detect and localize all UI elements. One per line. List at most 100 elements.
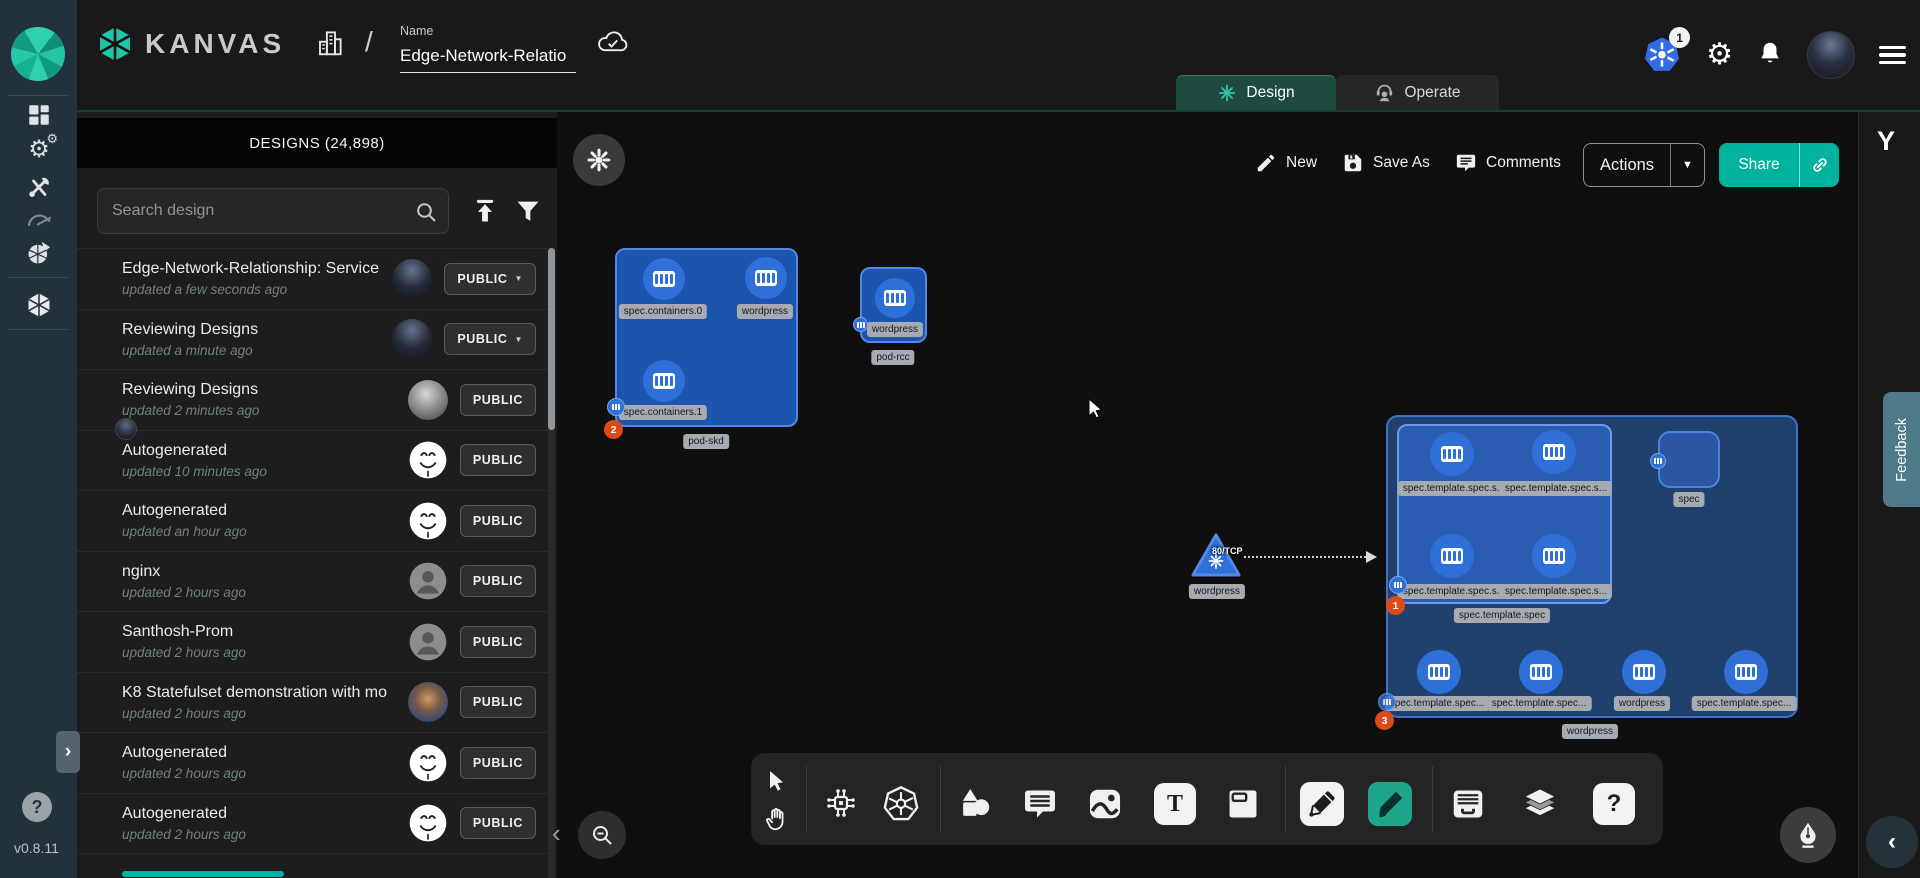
menu-hamburger-icon[interactable] [1879, 46, 1906, 65]
service-edge[interactable] [1244, 556, 1370, 558]
container-node[interactable] [1724, 650, 1768, 694]
node-pod-skd[interactable]: spec.containers.0 wordpress spec.contain… [615, 248, 798, 427]
design-swirl-icon [1217, 83, 1237, 103]
drawer-archive-tool[interactable] [1446, 782, 1490, 826]
container-node[interactable] [1532, 534, 1576, 578]
search-icon[interactable] [414, 200, 438, 229]
kanvas-hexagon-icon[interactable] [24, 290, 54, 320]
lifecycle-gears-icon[interactable]: ⚙⚙ [24, 135, 54, 165]
configuration-tools-icon[interactable] [24, 172, 54, 202]
design-name-input[interactable] [400, 44, 576, 73]
design-list-item[interactable]: Edge-Network-Relationship: Service updat… [77, 249, 548, 310]
design-list-item[interactable]: Reviewing Designs updated a minute ago P… [77, 310, 548, 371]
actions-dropdown-button[interactable]: Actions ▼ [1583, 143, 1705, 187]
container-node[interactable] [1430, 432, 1474, 476]
settings-gear-icon[interactable]: ⚙ [1706, 40, 1733, 70]
design-list-item[interactable]: Autogenerated updated 2 hours ago PUBLIC [77, 794, 548, 855]
node-port-knob[interactable] [853, 317, 868, 332]
shapes-tool[interactable] [953, 782, 997, 826]
container-node[interactable] [1622, 650, 1666, 694]
visibility-badge[interactable]: PUBLIC [460, 686, 536, 718]
organization-icon[interactable] [315, 28, 345, 63]
container-node[interactable] [643, 258, 685, 300]
visibility-badge[interactable]: PUBLIC [460, 747, 536, 779]
error-count-badge[interactable]: 3 [1375, 711, 1394, 730]
design-list-item[interactable]: K8 Statefulset demonstration with mo upd… [77, 673, 548, 734]
copy-link-icon[interactable] [1799, 143, 1839, 187]
mesh-pie-icon[interactable] [24, 238, 54, 268]
performance-gauge-icon[interactable] [24, 203, 54, 233]
node-pod-rcc[interactable]: wordpress [860, 267, 927, 343]
import-design-icon[interactable] [471, 197, 499, 230]
container-node[interactable] [875, 278, 915, 318]
container-node[interactable] [1430, 534, 1474, 578]
kanvas-logo[interactable]: KANVAS [95, 24, 285, 64]
container-node[interactable] [745, 257, 787, 299]
kubernetes-context-button[interactable]: 1 [1642, 35, 1682, 75]
collapse-right-panel-button[interactable]: ‹ [1866, 816, 1918, 868]
select-cursor-tool[interactable] [762, 766, 792, 796]
node-port-knob[interactable] [607, 398, 625, 416]
design-list-item[interactable]: Santhosh-Prom updated 2 hours ago PUBLIC [77, 612, 548, 673]
panel-scrollbar-thumb[interactable] [548, 248, 555, 430]
container-node[interactable] [1519, 650, 1563, 694]
container-node[interactable] [1532, 430, 1576, 474]
tab-operate[interactable]: Operate [1336, 75, 1499, 110]
zoom-out-button[interactable] [578, 811, 626, 859]
save-as-button[interactable]: Save As [1342, 152, 1430, 174]
visibility-badge[interactable]: PUBLIC [460, 626, 536, 658]
image-tool[interactable] [1083, 782, 1127, 826]
actions-caret-icon[interactable]: ▼ [1670, 144, 1704, 186]
container-node[interactable] [1417, 650, 1461, 694]
layers-tool[interactable] [1519, 783, 1561, 825]
meshery-logo[interactable] [11, 27, 65, 81]
error-count-badge[interactable]: 2 [604, 420, 623, 439]
note-tool[interactable] [1222, 783, 1264, 825]
component-shape-tool[interactable] [820, 782, 862, 824]
node-port-knob[interactable] [1378, 693, 1396, 711]
new-button[interactable]: New [1255, 152, 1317, 174]
node-pod-template[interactable]: spec.template.spec.s... spec.template.sp… [1397, 424, 1612, 604]
visibility-badge[interactable]: PUBLIC [460, 505, 536, 537]
node-deployment-wordpress[interactable]: spec.template.spec.s... spec.template.sp… [1386, 415, 1798, 718]
visibility-badge[interactable]: PUBLIC [460, 565, 536, 597]
design-list-item[interactable]: nginx updated 2 hours ago PUBLIC [77, 552, 548, 613]
edge-pen-tool[interactable] [1300, 782, 1344, 826]
visibility-dropdown[interactable]: PUBLIC▼ [444, 323, 536, 355]
toolbar-help-button[interactable]: ? [1593, 783, 1635, 825]
panel-expand-button[interactable]: › [56, 731, 80, 773]
filter-funnel-icon[interactable] [514, 197, 542, 230]
dashboard-icon[interactable] [24, 100, 54, 130]
tab-design[interactable]: Design [1176, 75, 1336, 110]
visibility-badge[interactable]: PUBLIC [460, 384, 536, 416]
design-list-item[interactable]: Autogenerated updated 2 hours ago PUBLIC [77, 733, 548, 794]
comment-tool[interactable] [1020, 784, 1060, 824]
comments-button[interactable]: Comments [1455, 152, 1561, 174]
pen-nib-button[interactable] [1780, 807, 1836, 863]
notifications-bell-icon[interactable] [1757, 39, 1783, 72]
freehand-draw-tool[interactable] [1368, 782, 1412, 826]
container-node[interactable] [643, 360, 685, 402]
share-button[interactable]: Share [1719, 143, 1839, 187]
node-port-knob[interactable] [1389, 576, 1407, 594]
visibility-dropdown[interactable]: PUBLIC▼ [444, 263, 536, 295]
text-tool[interactable]: T [1154, 783, 1196, 825]
node-port-knob[interactable] [1650, 453, 1666, 469]
visibility-badge[interactable]: PUBLIC [460, 444, 536, 476]
visibility-badge[interactable]: PUBLIC [460, 807, 536, 839]
help-icon[interactable]: ? [22, 792, 52, 822]
kubernetes-dock-button[interactable] [573, 134, 625, 186]
user-avatar[interactable] [1807, 31, 1855, 79]
design-list-item[interactable]: Autogenerated updated 10 minutes ago PUB… [77, 431, 548, 492]
branch-icon[interactable]: Y [1877, 126, 1895, 157]
pan-hand-tool[interactable] [762, 804, 792, 834]
error-count-badge[interactable]: 1 [1386, 596, 1405, 615]
design-list-item[interactable]: Reviewing Designs updated 2 minutes ago … [77, 370, 548, 431]
search-input[interactable] [98, 189, 448, 233]
node-service-wordpress[interactable] [1190, 532, 1242, 583]
feedback-tab[interactable]: Feedback [1883, 392, 1920, 507]
node-spec[interactable] [1658, 431, 1720, 488]
design-list-item[interactable]: Autogenerated updated an hour ago PUBLIC [77, 491, 548, 552]
kubernetes-tool[interactable] [881, 784, 921, 824]
canvas-chevron-left-icon[interactable]: ‹ [552, 818, 561, 849]
